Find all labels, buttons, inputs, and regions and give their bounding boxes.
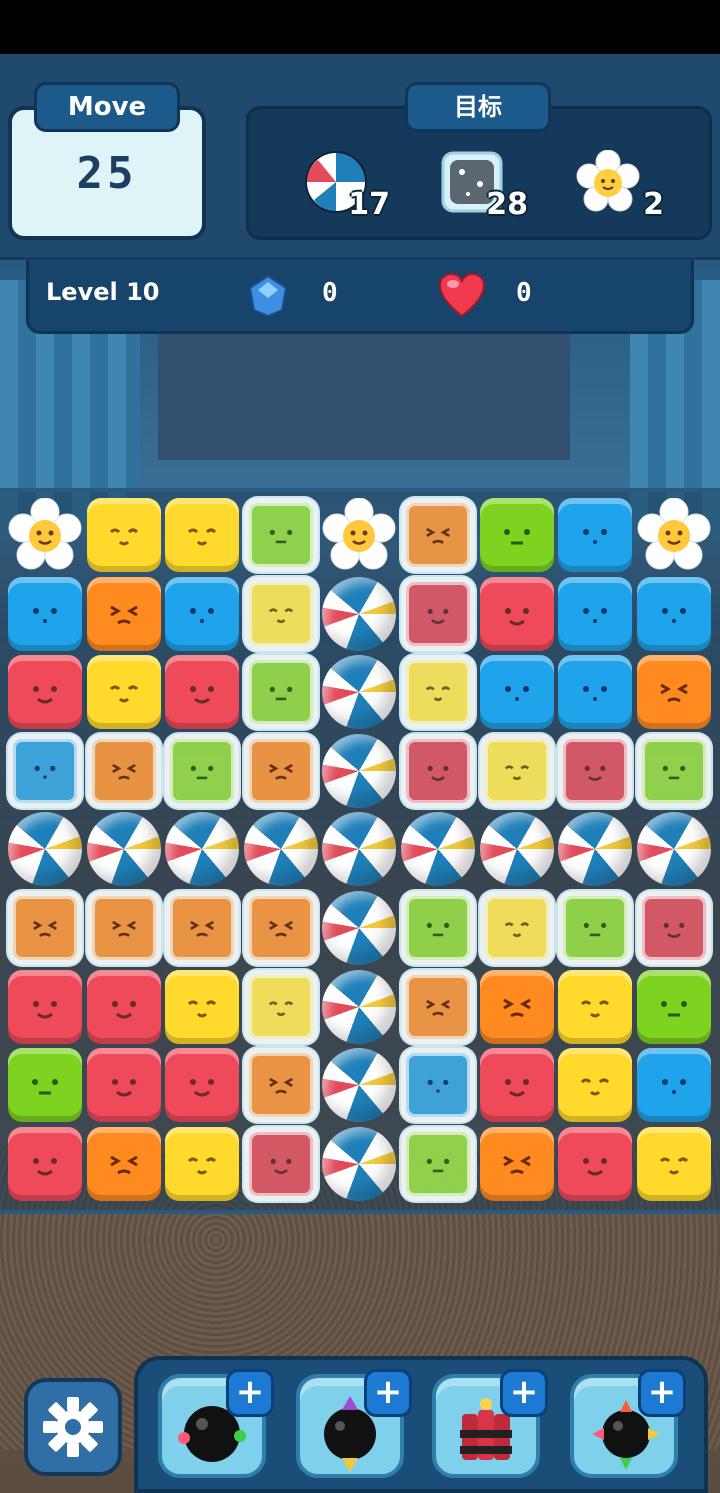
ice-yellow-cube-tile[interactable] xyxy=(243,576,318,651)
yellow-cube-tile[interactable] xyxy=(558,1048,633,1123)
ice-green-cube-tile[interactable] xyxy=(243,498,318,572)
blue-cube-tile[interactable] xyxy=(558,576,633,651)
flower-tile[interactable] xyxy=(637,498,711,572)
beach-ball-tile[interactable] xyxy=(479,812,554,887)
ice-orange-cube-tile[interactable] xyxy=(243,891,318,965)
ice-green-cube-tile[interactable] xyxy=(558,891,633,965)
orange-cube-tile[interactable] xyxy=(86,1126,161,1201)
heart-icon xyxy=(438,272,486,318)
red-cube-tile[interactable] xyxy=(165,655,240,730)
blue-cube-tile[interactable] xyxy=(636,576,711,651)
add-booster-spike-button[interactable]: + xyxy=(638,1369,686,1417)
red-cube-tile[interactable] xyxy=(479,1048,554,1123)
beach-ball-tile[interactable] xyxy=(636,812,711,887)
ice-orange-cube-tile[interactable] xyxy=(165,891,240,965)
add-booster-rocket-button[interactable]: + xyxy=(364,1369,412,1417)
ice-red-cube-tile[interactable] xyxy=(401,733,475,808)
beach-ball-tile[interactable] xyxy=(322,733,397,808)
red-cube-tile[interactable] xyxy=(8,1126,82,1201)
beach-ball-tile[interactable] xyxy=(322,969,397,1044)
ice-red-cube-tile[interactable] xyxy=(401,576,475,651)
green-cube-tile[interactable] xyxy=(8,1048,82,1123)
ice-yellow-cube-tile[interactable] xyxy=(401,655,475,730)
blue-cube-tile[interactable] xyxy=(558,655,633,730)
red-cube-tile[interactable] xyxy=(86,969,161,1044)
ice-yellow-cube-tile[interactable] xyxy=(479,733,554,808)
ice-yellow-cube-tile[interactable] xyxy=(243,969,318,1044)
settings-button[interactable] xyxy=(24,1378,122,1476)
red-cube-tile[interactable] xyxy=(86,1048,161,1123)
gear-icon xyxy=(43,1397,103,1457)
blue-cube-tile[interactable] xyxy=(636,1048,711,1123)
goal-count-flower: 2 xyxy=(643,187,664,222)
ice-orange-cube-tile[interactable] xyxy=(86,733,161,808)
ice-orange-cube-tile[interactable] xyxy=(243,733,318,808)
yellow-cube-tile[interactable] xyxy=(636,1126,711,1201)
red-cube-tile[interactable] xyxy=(479,576,554,651)
goal-count-ball: 17 xyxy=(348,187,390,222)
goal-label: 目标 xyxy=(405,82,551,132)
ice-green-cube-tile[interactable] xyxy=(243,655,318,730)
ice-green-cube-tile[interactable] xyxy=(165,733,240,808)
level-label: Level 10 xyxy=(46,278,160,306)
beach-ball-tile[interactable] xyxy=(322,1126,397,1201)
blue-cube-tile[interactable] xyxy=(558,498,633,572)
blue-cube-tile[interactable] xyxy=(479,655,554,730)
ice-orange-cube-tile[interactable] xyxy=(401,498,475,572)
ice-yellow-cube-tile[interactable] xyxy=(479,891,554,965)
move-label: Move xyxy=(34,82,180,132)
flower-icon xyxy=(576,150,640,212)
goal-count-ice: 28 xyxy=(486,187,528,222)
yellow-cube-tile[interactable] xyxy=(165,969,240,1044)
beach-ball-tile[interactable] xyxy=(322,576,397,651)
add-booster-bomb-button[interactable]: + xyxy=(226,1369,274,1417)
ice-orange-cube-tile[interactable] xyxy=(86,891,161,965)
heart-count: 0 xyxy=(516,278,532,308)
red-cube-tile[interactable] xyxy=(558,1126,633,1201)
ice-green-cube-tile[interactable] xyxy=(401,891,475,965)
orange-cube-tile[interactable] xyxy=(636,655,711,730)
gem-icon xyxy=(248,274,288,318)
goal-flower: 2 xyxy=(574,150,664,222)
beach-ball-tile[interactable] xyxy=(8,812,82,887)
gem-count: 0 xyxy=(322,278,338,308)
yellow-cube-tile[interactable] xyxy=(165,498,240,572)
beach-ball-tile[interactable] xyxy=(243,812,318,887)
red-cube-tile[interactable] xyxy=(165,1048,240,1123)
yellow-cube-tile[interactable] xyxy=(86,498,161,572)
red-cube-tile[interactable] xyxy=(8,655,82,730)
ice-red-cube-tile[interactable] xyxy=(558,733,633,808)
red-cube-tile[interactable] xyxy=(8,969,82,1044)
green-cube-tile[interactable] xyxy=(636,969,711,1044)
ice-orange-cube-tile[interactable] xyxy=(401,969,475,1044)
blue-cube-tile[interactable] xyxy=(8,576,82,651)
beach-ball-tile[interactable] xyxy=(86,812,161,887)
ice-orange-cube-tile[interactable] xyxy=(8,891,82,965)
blue-cube-tile[interactable] xyxy=(165,576,240,651)
beach-ball-tile[interactable] xyxy=(401,812,475,887)
yellow-cube-tile[interactable] xyxy=(86,655,161,730)
flower-tile[interactable] xyxy=(8,498,82,572)
ice-red-cube-tile[interactable] xyxy=(636,891,711,965)
goal-beach-ball: 17 xyxy=(300,150,390,222)
ice-red-cube-tile[interactable] xyxy=(243,1126,318,1201)
status-bar xyxy=(0,0,720,54)
ice-orange-cube-tile[interactable] xyxy=(243,1048,318,1123)
ice-green-cube-tile[interactable] xyxy=(401,1126,475,1201)
goal-ice-block: 28 xyxy=(438,150,528,222)
orange-cube-tile[interactable] xyxy=(479,1126,554,1201)
add-booster-dynamite-button[interactable]: + xyxy=(500,1369,548,1417)
flower-tile[interactable] xyxy=(322,498,396,572)
beach-ball-tile[interactable] xyxy=(322,891,397,965)
ice-green-cube-tile[interactable] xyxy=(636,733,711,808)
yellow-cube-tile[interactable] xyxy=(165,1126,240,1201)
orange-cube-tile[interactable] xyxy=(479,969,554,1044)
orange-cube-tile[interactable] xyxy=(86,576,161,651)
yellow-cube-tile[interactable] xyxy=(558,969,633,1044)
ice-blue-cube-tile[interactable] xyxy=(401,1048,475,1123)
move-counter: 25 xyxy=(76,148,138,199)
green-cube-tile[interactable] xyxy=(479,498,554,572)
ice-blue-cube-tile[interactable] xyxy=(8,733,82,808)
